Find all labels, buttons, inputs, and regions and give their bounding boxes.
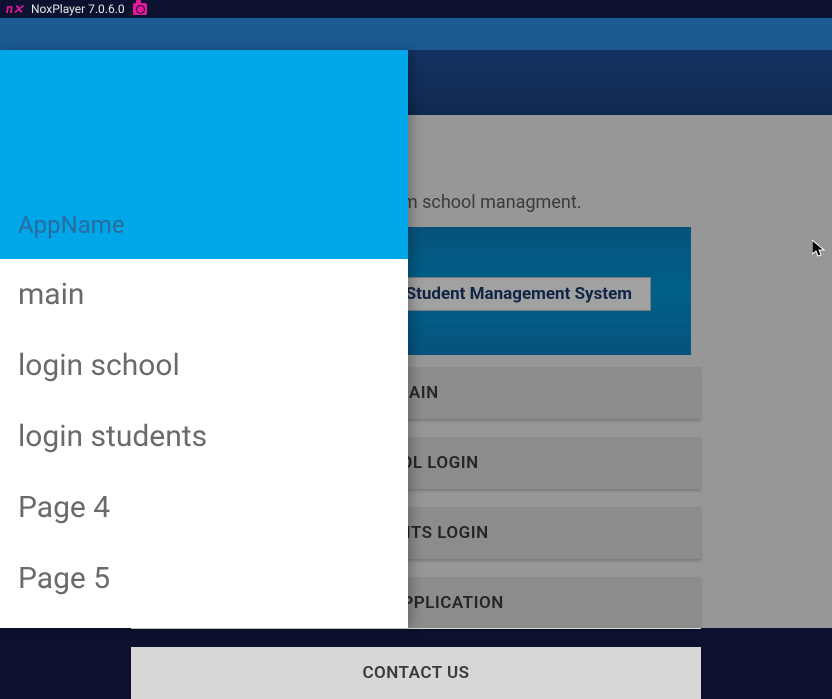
- drawer-item-login-students[interactable]: login students: [0, 401, 408, 472]
- nox-logo-icon: n⨯: [6, 2, 23, 17]
- drawer-item-page-5[interactable]: Page 5: [0, 543, 408, 614]
- drawer-item-page-4[interactable]: Page 4: [0, 472, 408, 543]
- contact-us-button[interactable]: CONTACT US: [131, 647, 701, 699]
- navigation-drawer: AppName main login school login students…: [0, 50, 408, 628]
- drawer-item-login-school[interactable]: login school: [0, 330, 408, 401]
- titlebar-text: NoxPlayer 7.0.6.0: [31, 2, 125, 16]
- drawer-title: AppName: [18, 211, 125, 239]
- drawer-header: AppName: [0, 50, 408, 259]
- drawer-item-main[interactable]: main: [0, 259, 408, 330]
- emulator-titlebar: n⨯ NoxPlayer 7.0.6.0: [0, 0, 832, 18]
- camera-icon[interactable]: [133, 3, 147, 15]
